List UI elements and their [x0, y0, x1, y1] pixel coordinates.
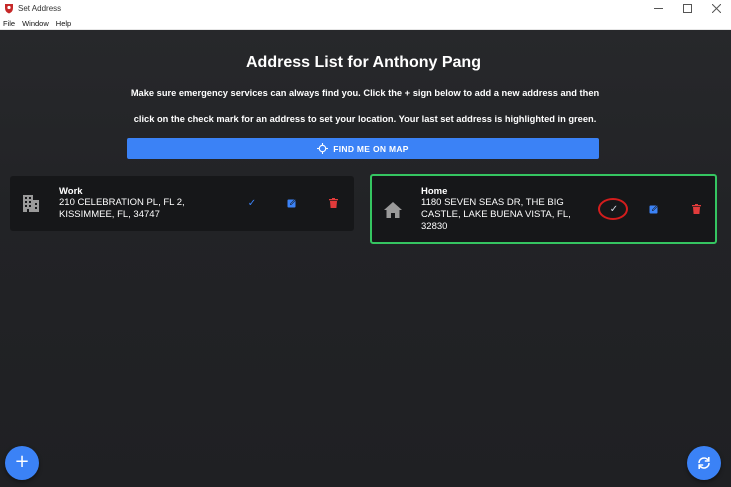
app-logo-icon [3, 3, 15, 15]
minimize-icon [654, 8, 663, 9]
close-button[interactable] [702, 0, 731, 17]
edit-icon [287, 198, 297, 208]
add-address-button[interactable]: + [5, 446, 39, 480]
set-location-button-work[interactable]: ✓ [244, 195, 260, 211]
refresh-button[interactable] [687, 446, 721, 480]
check-icon: ✓ [247, 197, 257, 209]
plus-icon: + [14, 451, 30, 472]
window-controls [644, 0, 731, 17]
maximize-icon [683, 4, 692, 13]
trash-icon [328, 198, 338, 208]
title-bar: Set Address [0, 0, 731, 17]
maximize-button[interactable] [673, 0, 702, 17]
menu-bar: File Window Help [0, 17, 731, 30]
minimize-button[interactable] [644, 0, 673, 17]
main-content: Address List for Anthony Pang Make sure … [0, 30, 731, 487]
address-line-2: CASTLE, LAKE BUENA VISTA, FL, [421, 209, 571, 220]
window-title: Set Address [18, 4, 62, 13]
edit-button-home[interactable] [646, 201, 662, 217]
trash-icon [691, 204, 701, 214]
address-text-home: 1180 SEVEN SEAS DR, THE BIG CASTLE, LAKE… [421, 197, 571, 233]
find-me-on-map-button[interactable]: FIND ME ON MAP [127, 138, 599, 159]
instructions: Make sure emergency services can always … [120, 80, 610, 132]
address-line-3: 32830 [421, 221, 448, 232]
address-line-1: 1180 SEVEN SEAS DR, THE BIG [421, 197, 564, 208]
highlight-ring [598, 198, 628, 220]
page-title: Address List for Anthony Pang [246, 54, 481, 71]
address-name-work: Work [59, 186, 83, 197]
address-line-1: 210 CELEBRATION PL, FL 2, [59, 197, 185, 208]
edit-button-work[interactable] [284, 195, 300, 211]
menu-window[interactable]: Window [22, 19, 49, 28]
instructions-line-1: Make sure emergency services can always … [130, 88, 600, 98]
refresh-icon [698, 457, 710, 469]
address-line-2: KISSIMMEE, FL, 34747 [59, 209, 160, 220]
close-icon [712, 4, 721, 13]
edit-icon [649, 204, 659, 214]
address-text-work: 210 CELEBRATION PL, FL 2, KISSIMMEE, FL,… [59, 197, 185, 221]
crosshair-icon [317, 143, 329, 154]
address-card-work[interactable]: Work 210 CELEBRATION PL, FL 2, KISSIMMEE… [10, 176, 354, 231]
menu-file[interactable]: File [3, 19, 15, 28]
delete-button-home[interactable] [688, 201, 704, 217]
address-name-home: Home [421, 186, 448, 197]
menu-help[interactable]: Help [56, 19, 71, 28]
delete-button-work[interactable] [325, 195, 341, 211]
instructions-line-2: click on the check mark for an address t… [133, 114, 597, 124]
find-me-on-map-label: FIND ME ON MAP [333, 143, 409, 154]
address-card-home[interactable]: Home 1180 SEVEN SEAS DR, THE BIG CASTLE,… [370, 174, 717, 244]
house-icon [382, 200, 404, 220]
building-icon [21, 193, 41, 213]
